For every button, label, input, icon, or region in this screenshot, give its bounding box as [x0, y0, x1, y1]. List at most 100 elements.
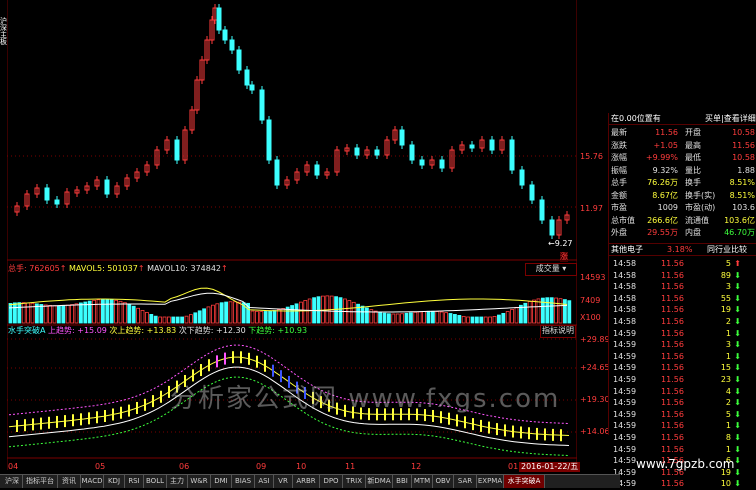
- tab-13[interactable]: ARBR: [293, 475, 320, 488]
- volume-bar: [158, 316, 163, 324]
- candle-body: [54, 199, 60, 205]
- low-marker-value: 9.27: [554, 239, 573, 248]
- volume-bar: [400, 313, 405, 324]
- volume-tick-2: 7409: [580, 296, 601, 305]
- candle-body: [509, 139, 515, 171]
- stat-key: 振幅: [611, 165, 627, 175]
- volume-bar: [320, 295, 325, 324]
- volume-bar: [483, 316, 488, 324]
- tab-22[interactable]: 水手突破A: [504, 475, 545, 488]
- volume-bar: [166, 316, 171, 324]
- tick-row: 14:58 11.56 3 ⬇: [609, 281, 756, 293]
- volume-legend: 总手: 762605↑ MAVOL5: 501037↑ MAVOL10: 374…: [8, 264, 228, 273]
- tab-15[interactable]: TRIX: [343, 475, 366, 488]
- tick-time: 14:58: [613, 317, 637, 326]
- tick-price: 11.56: [661, 340, 684, 350]
- tab-14[interactable]: DPO: [320, 475, 343, 488]
- tab-20[interactable]: SAR: [454, 475, 477, 488]
- volume-bar: [70, 304, 74, 324]
- tick-time: 14:59: [613, 375, 637, 384]
- stat-value: 46.70万: [724, 228, 755, 237]
- tab-4[interactable]: KDJ: [104, 475, 125, 488]
- industry-compare-button[interactable]: 同行业比较: [707, 244, 747, 255]
- tick-price: 11.56: [661, 398, 684, 408]
- volume-bar: [435, 311, 440, 324]
- stat-row: 振幅 9.32% 量比 1.88: [609, 165, 756, 176]
- tab-1[interactable]: 指标平台: [23, 475, 58, 488]
- candle-body: [229, 39, 235, 51]
- volume-bar: [153, 315, 158, 324]
- x-label-0: 04: [8, 462, 19, 471]
- tick-price: 11.56: [661, 375, 684, 384]
- candle-body: [274, 159, 280, 186]
- volume-bar: [351, 301, 356, 324]
- tab-21[interactable]: EXPMA: [477, 475, 504, 488]
- volume-bar: [395, 313, 400, 324]
- stat-key: 量比: [685, 165, 701, 175]
- tab-2[interactable]: 资讯: [58, 475, 81, 488]
- tick-time: 14:59: [613, 351, 637, 361]
- volume-bar: [43, 304, 48, 324]
- volume-bar: [457, 315, 462, 324]
- tab-0[interactable]: 沪深: [2, 475, 23, 488]
- tick-row: 14:58 11.56 89 ⬇: [609, 270, 756, 282]
- tick-time: 14:58: [613, 282, 637, 292]
- tab-18[interactable]: MTM: [412, 475, 433, 488]
- tick-row: 14:59 11.56 10 ⬇: [609, 478, 756, 490]
- tick-row: 14:59 11.56 1 ⬇: [609, 444, 756, 456]
- indicator-tabs: 沪深 指标平台 资讯 MACD KDJ RSI BOLL 主力 W&R DMI BIAS ASI VR A…: [0, 474, 620, 488]
- arrow-down-icon: ⬇: [734, 467, 741, 477]
- stat-value: 76.26万: [647, 178, 678, 187]
- candle-body: [489, 139, 495, 151]
- tab-11[interactable]: ASI: [255, 475, 274, 488]
- tick-volume: 19: [720, 305, 731, 315]
- tab-7[interactable]: 主力: [167, 475, 188, 488]
- arrow-down-icon: ⬇: [734, 386, 741, 396]
- tab-3[interactable]: MACD: [81, 475, 104, 488]
- volume-bar: [109, 299, 114, 324]
- volume-bar: [237, 301, 242, 324]
- tick-volume: 8: [725, 433, 731, 442]
- volume-bar: [171, 316, 176, 324]
- volume-bar: [17, 302, 22, 324]
- tick-price: 11.56: [661, 282, 684, 292]
- volume-bar: [290, 305, 295, 324]
- tab-19[interactable]: OBV: [433, 475, 454, 488]
- tick-volume: 2: [725, 317, 731, 326]
- volume-bar: [496, 314, 501, 324]
- tick-row: 14:58 11.56 19 ⬇: [609, 304, 756, 316]
- volume-bar: [408, 312, 413, 324]
- tab-12[interactable]: VR: [274, 475, 293, 488]
- stat-value: 9.32%: [652, 165, 678, 175]
- tab-10[interactable]: BIAS: [232, 475, 255, 488]
- tab-17[interactable]: BBI: [393, 475, 412, 488]
- tick-volume: 1: [725, 328, 731, 338]
- volume-bar: [96, 299, 101, 324]
- x-label-3: 09: [256, 462, 267, 471]
- volume-bar: [338, 297, 343, 324]
- stat-value: 103.6: [732, 203, 755, 212]
- candle-body: [419, 159, 425, 166]
- tick-row: 14:59 11.56 1 ⬇: [609, 328, 756, 340]
- tab-9[interactable]: DMI: [211, 475, 232, 488]
- stat-value: 103.6亿: [724, 215, 755, 225]
- indicator-help-button[interactable]: 指标说明: [540, 325, 576, 338]
- volume-bar: [439, 311, 444, 324]
- tab-6[interactable]: BOLL: [144, 475, 167, 488]
- indicator-lower: 下趋势: +10.93: [248, 326, 308, 335]
- order-detail-button[interactable]: 买单|查看详细: [705, 113, 756, 124]
- arrow-down-icon: ⬇: [734, 305, 741, 315]
- volume-bar: [197, 310, 202, 324]
- indicator-tick-2: +24.65: [580, 363, 610, 372]
- stat-value: 29.55万: [647, 228, 678, 237]
- volume-bar: [378, 311, 383, 324]
- tick-time: 14:59: [613, 421, 637, 431]
- tab-16[interactable]: 新DMA: [366, 475, 393, 488]
- tab-8[interactable]: W&R: [188, 475, 211, 488]
- tab-5[interactable]: RSI: [125, 475, 144, 488]
- volume-mavol10: MAVOL10: 374842: [147, 264, 222, 273]
- volume-bar: [382, 312, 387, 324]
- volume-bar: [488, 316, 493, 324]
- volume-bar: [492, 316, 497, 324]
- volume-button[interactable]: 成交量 ▾: [525, 263, 577, 276]
